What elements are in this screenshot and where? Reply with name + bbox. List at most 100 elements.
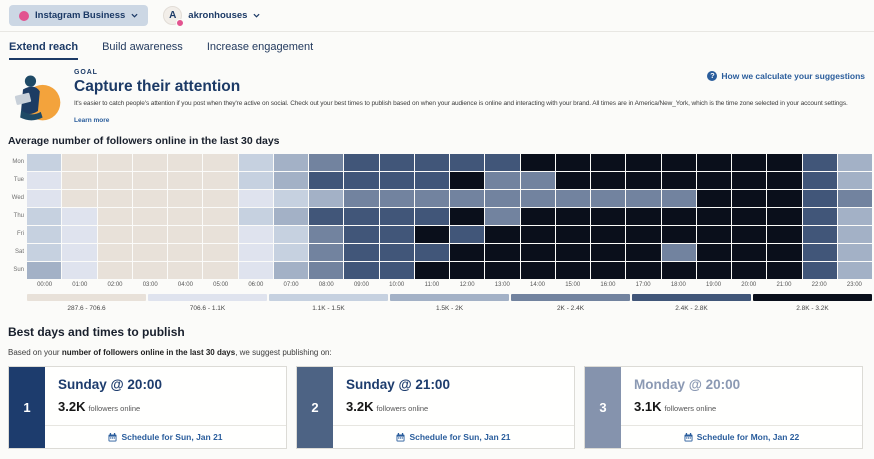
suggestion-main: Sunday @ 21:003.2Kfollowers online bbox=[333, 367, 574, 425]
day-label-mon: Mon bbox=[8, 154, 27, 171]
intro-bold: number of followers online in the last 3… bbox=[62, 348, 235, 357]
heat-cell-tue-11:00 bbox=[415, 172, 449, 189]
day-label-sat: Sat bbox=[8, 244, 27, 261]
heat-cell-fri-12:00 bbox=[450, 226, 484, 243]
heat-cell-wed-14:00 bbox=[521, 190, 555, 207]
tab-extend-reach[interactable]: Extend reach bbox=[9, 41, 78, 60]
heat-cell-mon-08:00 bbox=[309, 154, 343, 171]
heat-cell-thu-17:00 bbox=[626, 208, 660, 225]
suggestion-main: Monday @ 20:003.1Kfollowers online bbox=[621, 367, 862, 425]
heat-cell-tue-09:00 bbox=[344, 172, 378, 189]
hour-label-13:00: 13:00 bbox=[485, 282, 520, 288]
avatar: A bbox=[163, 6, 182, 25]
day-label-sun: Sun bbox=[8, 262, 27, 279]
heat-cell-mon-15:00 bbox=[556, 154, 590, 171]
heat-cell-sat-03:00 bbox=[133, 244, 167, 261]
heat-cell-tue-04:00 bbox=[168, 172, 202, 189]
schedule-button[interactable]: Schedule for Sun, Jan 21 bbox=[333, 425, 574, 448]
legend-segment-4: 1.5K - 2K bbox=[390, 294, 509, 312]
heat-cell-sat-01:00 bbox=[62, 244, 96, 261]
heat-cell-tue-13:00 bbox=[485, 172, 519, 189]
best-times-intro: Based on your number of followers online… bbox=[8, 348, 863, 357]
day-label-wed: Wed bbox=[8, 190, 27, 207]
goal-section: GOAL Capture their attention It's easier… bbox=[0, 60, 874, 131]
heat-cell-tue-05:00 bbox=[203, 172, 237, 189]
hour-label-00:00: 00:00 bbox=[27, 282, 62, 288]
suggestion-metric: 3.2Kfollowers online bbox=[58, 398, 273, 416]
heat-cell-fri-03:00 bbox=[133, 226, 167, 243]
hour-label-09:00: 09:00 bbox=[344, 282, 379, 288]
heat-cell-wed-06:00 bbox=[239, 190, 273, 207]
heat-cell-sat-13:00 bbox=[485, 244, 519, 261]
heat-cell-thu-00:00 bbox=[27, 208, 61, 225]
how-we-calculate-link[interactable]: ? How we calculate your suggestions bbox=[707, 71, 865, 81]
heat-cell-sun-05:00 bbox=[203, 262, 237, 279]
heat-cell-sat-18:00 bbox=[662, 244, 696, 261]
heat-cell-mon-09:00 bbox=[344, 154, 378, 171]
hour-label-23:00: 23:00 bbox=[837, 282, 872, 288]
heat-cell-thu-08:00 bbox=[309, 208, 343, 225]
heat-cell-tue-03:00 bbox=[133, 172, 167, 189]
heat-cell-fri-21:00 bbox=[767, 226, 801, 243]
heat-cell-mon-18:00 bbox=[662, 154, 696, 171]
legend-range-label: 2K - 2.4K bbox=[511, 305, 630, 312]
heat-cell-thu-18:00 bbox=[662, 208, 696, 225]
legend-swatch-5 bbox=[511, 294, 630, 301]
heat-cell-mon-23:00 bbox=[838, 154, 872, 171]
hour-label-17:00: 17:00 bbox=[626, 282, 661, 288]
heat-cell-sat-15:00 bbox=[556, 244, 590, 261]
metric-value: 3.2K bbox=[346, 399, 373, 414]
heat-cell-tue-23:00 bbox=[838, 172, 872, 189]
legend-swatch-6 bbox=[632, 294, 751, 301]
heatmap-hour-labels: 00:0001:0002:0003:0004:0005:0006:0007:00… bbox=[27, 282, 872, 288]
schedule-button[interactable]: Schedule for Sun, Jan 21 bbox=[45, 425, 286, 448]
heat-cell-sun-22:00 bbox=[803, 262, 837, 279]
heat-cell-wed-20:00 bbox=[732, 190, 766, 207]
heat-cell-fri-04:00 bbox=[168, 226, 202, 243]
goal-tabs: Extend reach Build awareness Increase enga… bbox=[0, 32, 874, 60]
heat-cell-tue-15:00 bbox=[556, 172, 590, 189]
suggestion-time: Sunday @ 21:00 bbox=[346, 377, 561, 392]
heat-cell-mon-22:00 bbox=[803, 154, 837, 171]
account-selector[interactable]: A akronhouses bbox=[163, 6, 260, 25]
heat-cell-sun-01:00 bbox=[62, 262, 96, 279]
heat-cell-sun-02:00 bbox=[98, 262, 132, 279]
tab-build-awareness[interactable]: Build awareness bbox=[102, 41, 183, 60]
avatar-initial: A bbox=[169, 10, 176, 21]
heat-cell-tue-19:00 bbox=[697, 172, 731, 189]
heat-cell-mon-21:00 bbox=[767, 154, 801, 171]
heat-cell-mon-02:00 bbox=[98, 154, 132, 171]
chevron-down-icon bbox=[131, 13, 138, 18]
heat-cell-wed-04:00 bbox=[168, 190, 202, 207]
heat-cell-tue-17:00 bbox=[626, 172, 660, 189]
heat-cell-sun-16:00 bbox=[591, 262, 625, 279]
heat-cell-sun-04:00 bbox=[168, 262, 202, 279]
learn-more-link[interactable]: Learn more bbox=[74, 117, 109, 124]
best-times-section: Best days and times to publish Based on … bbox=[0, 312, 874, 449]
heat-cell-thu-06:00 bbox=[239, 208, 273, 225]
schedule-button[interactable]: Schedule for Mon, Jan 22 bbox=[621, 425, 862, 448]
network-selector[interactable]: Instagram Business bbox=[9, 5, 148, 26]
legend-range-label: 706.6 - 1.1K bbox=[148, 305, 267, 312]
heat-cell-thu-14:00 bbox=[521, 208, 555, 225]
suggestion-time: Sunday @ 20:00 bbox=[58, 377, 273, 392]
account-name: akronhouses bbox=[188, 10, 247, 21]
heat-cell-fri-08:00 bbox=[309, 226, 343, 243]
heat-cell-fri-05:00 bbox=[203, 226, 237, 243]
heat-cell-fri-11:00 bbox=[415, 226, 449, 243]
schedule-button-label: Schedule for Sun, Jan 21 bbox=[409, 432, 510, 442]
heat-cell-thu-07:00 bbox=[274, 208, 308, 225]
heatmap-legend: 287.6 - 706.6706.6 - 1.1K1.1K - 1.5K1.5K… bbox=[27, 294, 872, 312]
heat-cell-wed-00:00 bbox=[27, 190, 61, 207]
suggestion-card-2: 2Sunday @ 21:003.2Kfollowers onlineSched… bbox=[296, 366, 575, 449]
heat-cell-fri-17:00 bbox=[626, 226, 660, 243]
heatmap-section: Average number of followers online in th… bbox=[0, 131, 874, 312]
tab-increase-engagement[interactable]: Increase engagement bbox=[207, 41, 313, 60]
day-label-fri: Fri bbox=[8, 226, 27, 243]
heat-cell-sun-14:00 bbox=[521, 262, 555, 279]
heat-cell-tue-08:00 bbox=[309, 172, 343, 189]
heat-cell-fri-16:00 bbox=[591, 226, 625, 243]
heat-cell-fri-01:00 bbox=[62, 226, 96, 243]
heat-cell-fri-14:00 bbox=[521, 226, 555, 243]
heat-cell-mon-07:00 bbox=[274, 154, 308, 171]
